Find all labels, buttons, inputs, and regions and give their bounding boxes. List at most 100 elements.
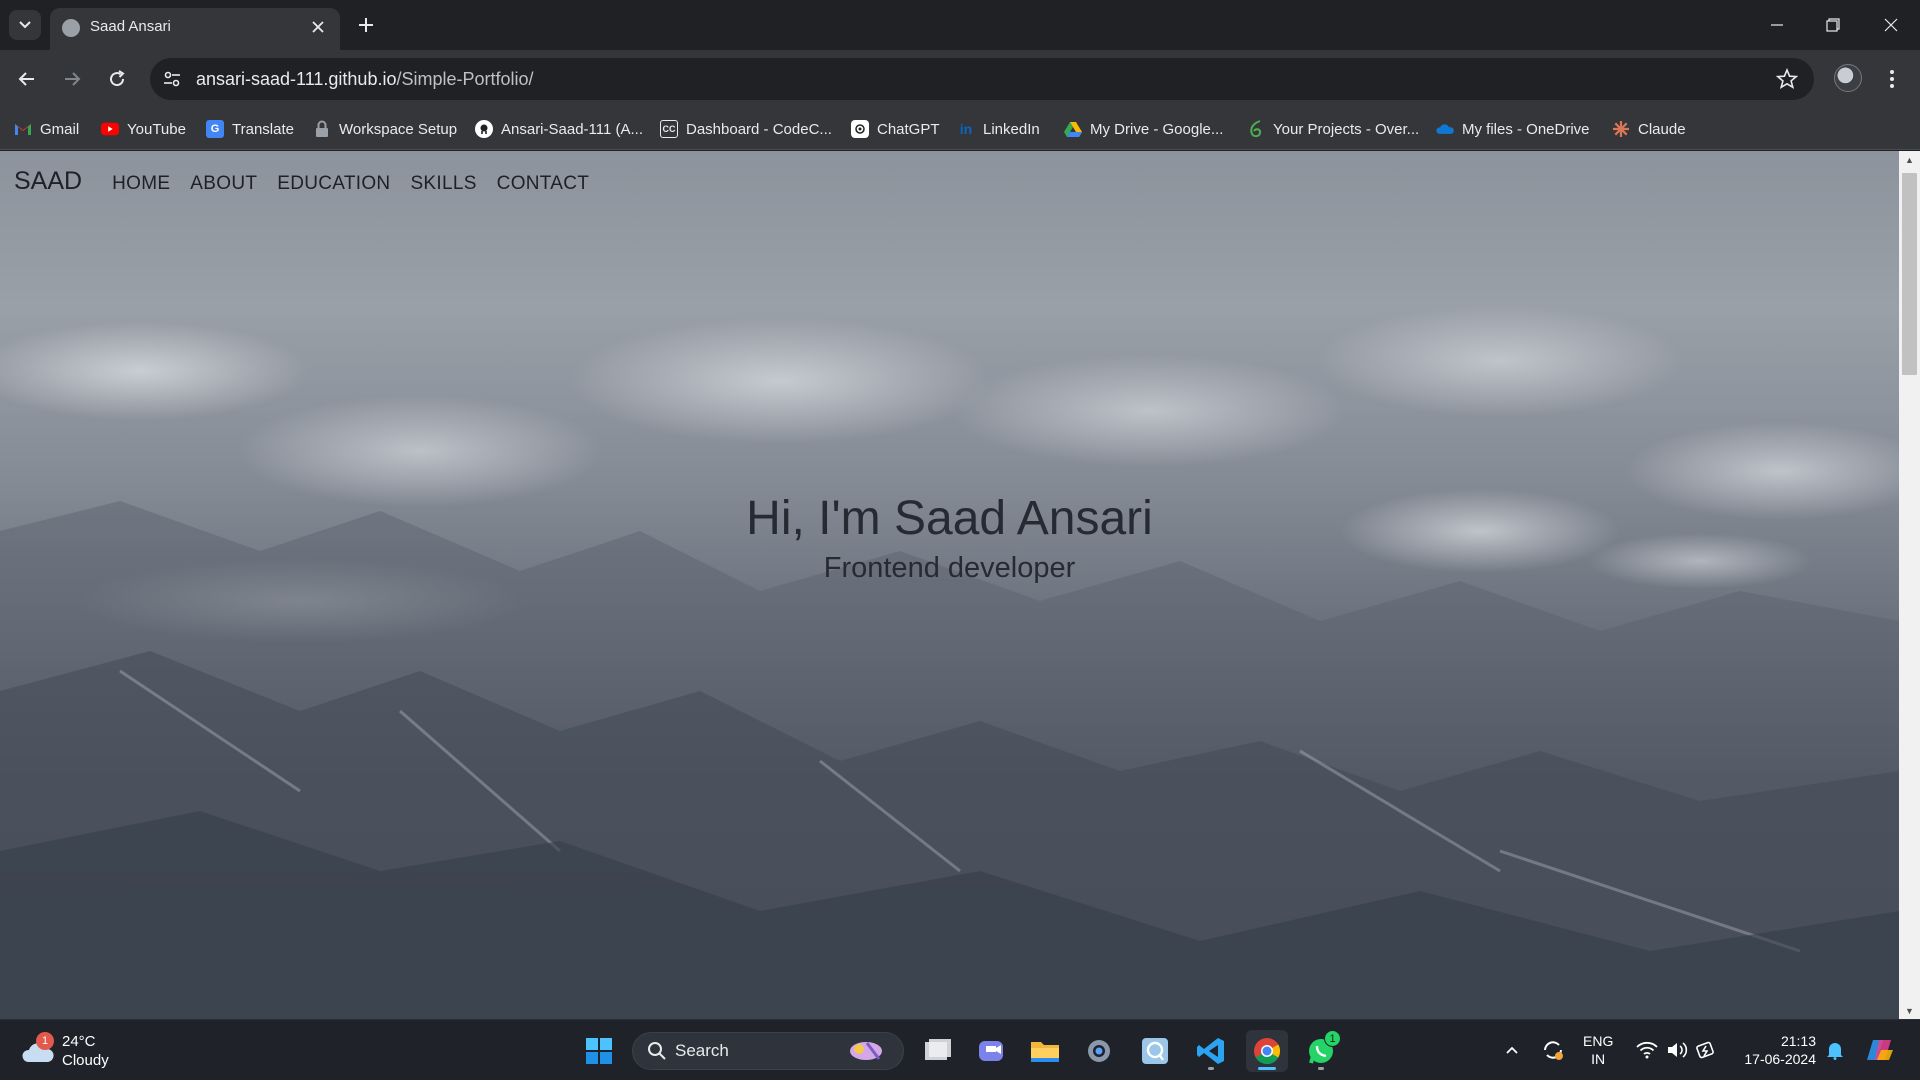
battery-button[interactable] <box>1694 1030 1720 1070</box>
taskbar-file-explorer[interactable] <box>1024 1030 1066 1072</box>
translate-icon: G <box>206 120 224 138</box>
clock-time: 21:13 <box>1780 1033 1816 1049</box>
chevron-down-icon <box>19 21 31 29</box>
scroll-up-arrow-icon[interactable]: ▲ <box>1899 151 1920 168</box>
youtube-icon <box>101 120 119 138</box>
weather-condition: Cloudy <box>62 1052 109 1069</box>
tab-close-button[interactable] <box>306 15 330 39</box>
minimize-button[interactable] <box>1757 10 1797 40</box>
taskbar-task-view[interactable] <box>916 1030 958 1072</box>
show-hidden-icons-button[interactable] <box>1500 1030 1524 1070</box>
drive-icon <box>1064 120 1082 138</box>
site-info-icon[interactable] <box>162 69 182 89</box>
bookmark-star-icon[interactable] <box>1776 68 1798 90</box>
bookmark-google-drive[interactable]: My Drive - Google... <box>1064 117 1223 141</box>
bookmark-chatgpt[interactable]: ChatGPT <box>851 117 940 141</box>
restore-button[interactable] <box>1813 10 1853 40</box>
url-host: ansari-saad-111.github.io <box>196 69 397 89</box>
bookmark-gmail[interactable]: Gmail <box>14 117 79 141</box>
tab-strip: Saad Ansari <box>0 0 1920 50</box>
site-navbar: SAAD HOME ABOUT EDUCATION SKILLS CONTACT <box>14 167 609 196</box>
page-viewport: SAAD HOME ABOUT EDUCATION SKILLS CONTACT… <box>0 151 1899 1019</box>
weather-widget[interactable]: 1 24°C Cloudy <box>22 1032 109 1070</box>
bookmark-github[interactable]: Ansari-Saad-111 (A... <box>475 117 643 141</box>
bookmark-translate[interactable]: G Translate <box>206 117 294 141</box>
tab-title: Saad Ansari <box>90 18 171 35</box>
start-button[interactable] <box>578 1030 620 1072</box>
copilot-icon <box>1867 1040 1893 1060</box>
bookmark-label: Ansari-Saad-111 (A... <box>501 120 644 138</box>
scrollbar-thumb[interactable] <box>1902 173 1917 375</box>
nav-link-about[interactable]: ABOUT <box>190 173 257 195</box>
active-indicator <box>1258 1067 1276 1070</box>
bookmark-codechef[interactable]: CC Dashboard - CodeC... <box>660 117 832 141</box>
taskbar-whatsapp[interactable]: 1 <box>1300 1030 1342 1072</box>
nav-link-skills[interactable]: SKILLS <box>410 173 476 195</box>
scroll-down-arrow-icon[interactable]: ▼ <box>1899 1002 1920 1019</box>
bookmark-youtube[interactable]: YouTube <box>101 117 186 141</box>
bookmark-workspace-setup[interactable]: Workspace Setup <box>313 117 457 141</box>
url-text[interactable]: ansari-saad-111.github.io/Simple-Portfol… <box>196 69 534 90</box>
wifi-button[interactable] <box>1634 1030 1660 1070</box>
speaker-icon <box>1668 1042 1688 1058</box>
chevron-up-icon <box>1506 1046 1518 1054</box>
whatsapp-badge: 1 <box>1324 1030 1341 1047</box>
taskbar-vscode[interactable] <box>1190 1030 1232 1072</box>
bookmark-onedrive[interactable]: My files - OneDrive <box>1436 117 1590 141</box>
minimize-icon <box>1771 24 1783 26</box>
sync-tray-button[interactable] <box>1538 1030 1568 1070</box>
overleaf-icon <box>1247 120 1265 138</box>
back-button[interactable] <box>11 63 43 95</box>
taskbar-teams[interactable] <box>970 1030 1012 1072</box>
tab-search-button[interactable] <box>9 10 41 40</box>
nav-link-education[interactable]: EDUCATION <box>277 173 390 195</box>
browser-menu-button[interactable] <box>1880 65 1904 93</box>
taskbar-settings[interactable] <box>1078 1030 1120 1072</box>
page-scrollbar[interactable]: ▲ ▼ <box>1899 151 1920 1019</box>
profile-avatar[interactable] <box>1834 64 1862 92</box>
language-region: IN <box>1591 1051 1606 1067</box>
bookmark-overleaf[interactable]: Your Projects - Over... <box>1247 117 1419 141</box>
site-brand[interactable]: SAAD <box>14 167 82 196</box>
taskbar-search[interactable]: Search <box>632 1032 904 1070</box>
copilot-button[interactable] <box>1862 1030 1898 1070</box>
plus-icon <box>359 18 373 32</box>
folder-icon <box>1031 1042 1059 1062</box>
restore-icon <box>1826 18 1840 32</box>
clock[interactable]: 21:13 17-06-2024 <box>1736 1032 1816 1068</box>
volume-button[interactable] <box>1664 1030 1690 1070</box>
windows-taskbar: 1 24°C Cloudy Search 1 ENG IN 21:13 17-0… <box>0 1019 1920 1080</box>
search-highlight-icon <box>850 1042 882 1060</box>
tab-active[interactable]: Saad Ansari <box>50 8 340 50</box>
close-icon <box>312 21 324 33</box>
cloud-icon: 1 <box>22 1032 54 1064</box>
bookmarks-bar: Gmail YouTube G Translate Workspace Setu… <box>0 108 1920 150</box>
bookmark-claude[interactable]: Claude <box>1612 117 1686 141</box>
url-path: /Simple-Portfolio/ <box>396 69 534 89</box>
bookmark-label: Dashboard - CodeC... <box>686 120 832 138</box>
notifications-button[interactable] <box>1824 1030 1846 1070</box>
nav-link-contact[interactable]: CONTACT <box>497 173 590 195</box>
reload-icon <box>110 70 125 87</box>
gear-icon <box>1088 1040 1110 1062</box>
battery-charging-icon <box>1696 1041 1714 1059</box>
search-icon <box>648 1042 666 1060</box>
mountain-background <box>0 501 1899 1019</box>
chrome-icon <box>1254 1038 1281 1065</box>
bookmark-label: Translate <box>232 120 294 138</box>
reload-button[interactable] <box>101 63 133 95</box>
gmail-icon <box>14 120 32 138</box>
new-tab-button[interactable] <box>352 11 380 39</box>
taskbar-app-outline[interactable] <box>1134 1030 1176 1072</box>
address-bar[interactable]: ansari-saad-111.github.io/Simple-Portfol… <box>150 58 1814 100</box>
language-indicator[interactable]: ENG IN <box>1583 1032 1613 1068</box>
close-window-button[interactable] <box>1871 10 1911 40</box>
app-outline-icon <box>1142 1038 1168 1064</box>
forward-button[interactable] <box>56 63 88 95</box>
globe-icon <box>62 19 80 37</box>
bookmark-linkedin[interactable]: in LinkedIn <box>957 117 1040 141</box>
nav-link-home[interactable]: HOME <box>112 173 170 195</box>
arrow-left-icon <box>18 72 34 86</box>
taskbar-chrome[interactable] <box>1246 1030 1288 1072</box>
bookmark-label: My files - OneDrive <box>1462 120 1590 138</box>
